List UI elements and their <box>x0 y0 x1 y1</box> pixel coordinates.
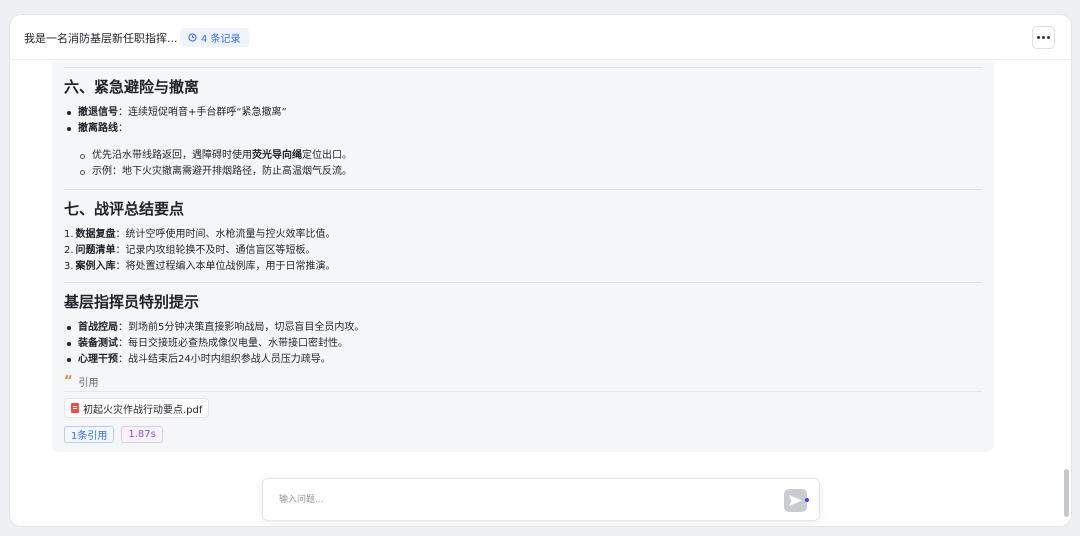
more-icon <box>1037 36 1040 39</box>
scrollbar[interactable] <box>1063 61 1071 526</box>
bullet-list: 首战控局 ：到场前5分钟决策直接影响战局，切忌盲目全员内攻。 装备测试 ：每日交接班… <box>64 320 982 368</box>
citation-header: “ 引用 <box>64 373 982 390</box>
send-button[interactable] <box>784 489 807 512</box>
numbered-list: 1. 数据复盘 ：统计空呼使用时间、水枪流量与控火效率比值。 2. 问题清单 ：记录内攻… <box>64 227 982 275</box>
meta-tags: 1条引用 1.87s <box>64 426 982 443</box>
divider <box>64 67 982 68</box>
conversation-header: 我是一名消防基层新任职指挥... 4 条记录 <box>10 15 1071 60</box>
message-scroll-area[interactable]: 六、紧急避险与撤离 撤退信号 ：连续短促哨音+手台群呼“紧急撤离” 撤离路线： 优… <box>10 61 1071 526</box>
records-count: 4 条记录 <box>201 34 241 45</box>
list-item: 3. 案例入库 ：将处置过程编入本单位战例库，用于日常推演。 <box>64 261 336 272</box>
divider <box>64 391 982 392</box>
item-text: ： <box>118 123 128 134</box>
list-item: 心理干预 ：战斗结束后24小时内组织参战人员压力疏导。 <box>64 352 982 368</box>
status-dot <box>805 498 809 502</box>
divider <box>64 189 982 190</box>
list-item: 撤退信号 ：连续短促哨音+手台群呼“紧急撤离” <box>64 105 982 121</box>
list-item: 首战控局 ：到场前5分钟决策直接影响战局，切忌盲目全员内攻。 <box>64 320 982 336</box>
bullet-list: 撤退信号 ：连续短促哨音+手台群呼“紧急撤离” 撤离路线： <box>64 105 982 137</box>
section-heading: 七、战评总结要点 <box>64 200 185 218</box>
list-item: 撤离路线： <box>64 121 982 137</box>
send-icon <box>789 495 802 506</box>
more-options-button[interactable] <box>1032 26 1055 49</box>
list-item: 装备测试 ：每日交接班必查热成像仪电量、水带接口密封性。 <box>64 336 982 352</box>
question-input[interactable] <box>279 492 759 508</box>
item-label: 撤退信号 <box>78 107 118 118</box>
section-heading: 基层指挥员特别提示 <box>64 293 200 311</box>
sub-list: 优先沿水带线路返回，遇障碍时使用 荧光导向绳 定位出口。 示例：地下火灾撤离需避开排… <box>64 148 982 180</box>
assistant-answer: 六、紧急避险与撤离 撤退信号 ：连续短促哨音+手台群呼“紧急撤离” 撤离路线： 优… <box>52 61 994 452</box>
item-label: 撤离路线 <box>78 123 118 134</box>
citation-count-tag[interactable]: 1条引用 <box>64 426 115 443</box>
divider <box>64 282 982 283</box>
item-text: ：连续短促哨音+手台群呼“紧急撤离” <box>118 107 287 118</box>
records-badge[interactable]: 4 条记录 <box>180 28 249 47</box>
conversation-title[interactable]: 我是一名消防基层新任职指挥... <box>24 30 178 46</box>
pdf-file-icon <box>71 403 79 413</box>
list-item: 1. 数据复盘 ：统计空呼使用时间、水枪流量与控火效率比值。 <box>64 229 336 240</box>
list-item: 2. 问题清单 ：记录内攻组轮换不及时、通信盲区等短板。 <box>64 245 316 256</box>
quote-icon: “ <box>64 373 73 389</box>
clock-icon <box>188 33 197 42</box>
sub-list-item: 优先沿水带线路返回，遇障碍时使用 荧光导向绳 定位出口。 <box>64 148 982 164</box>
citation-label: 引用 <box>78 378 99 389</box>
sub-list-item: 示例：地下火灾撤离需避开排烟路径，防止高温烟气反流。 <box>64 164 982 180</box>
question-input-box <box>262 478 820 521</box>
citation-file-name: 初起火灾作战行动要点.pdf <box>83 404 203 416</box>
scrollbar-thumb[interactable] <box>1064 469 1069 517</box>
citation-file-chip[interactable]: 初起火灾作战行动要点.pdf <box>64 398 210 418</box>
section-heading: 六、紧急避险与撤离 <box>64 78 200 96</box>
response-time-tag: 1.87s <box>121 426 163 443</box>
chat-window: 我是一名消防基层新任职指挥... 4 条记录 六、紧急避险与撤离 撤退信号 ：连续… <box>9 14 1072 527</box>
